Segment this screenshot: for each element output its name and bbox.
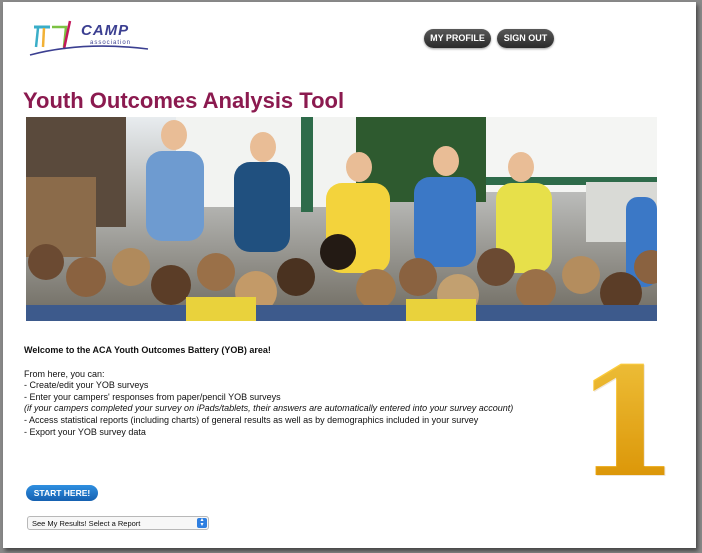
step-number-annotation: 1 [575,335,680,511]
intro-lead: From here, you can: [24,368,105,379]
hero-photo [26,117,657,321]
start-here-button[interactable]: START HERE! [26,485,98,501]
list-item: - Access statistical reports (including … [24,414,479,425]
page-frame: CAMP association MY PROFILE SIGN OUT You… [3,2,696,548]
sign-out-button[interactable]: SIGN OUT [497,29,554,48]
logo-text: CAMP [81,22,130,39]
intro-text: Welcome to the ACA Youth Outcomes Batter… [24,345,584,438]
welcome-heading: Welcome to the ACA Youth Outcomes Batter… [24,345,271,355]
list-note: (if your campers completed your survey o… [24,403,514,414]
report-select-value: See My Results! Select a Report [32,519,141,528]
logo-subtext: association [90,40,132,46]
list-item: - Create/edit your YOB surveys [24,380,149,391]
list-item: - Enter your campers' responses from pap… [24,391,281,402]
my-profile-button[interactable]: MY PROFILE [424,29,491,48]
chevron-updown-icon: ▴ ▾ [197,517,207,528]
report-select[interactable]: See My Results! Select a Report ▴ ▾ [27,516,209,530]
page-title: Youth Outcomes Analysis Tool [23,88,345,113]
aca-logo[interactable]: CAMP association [28,19,153,61]
list-item: - Export your YOB survey data [24,426,146,437]
